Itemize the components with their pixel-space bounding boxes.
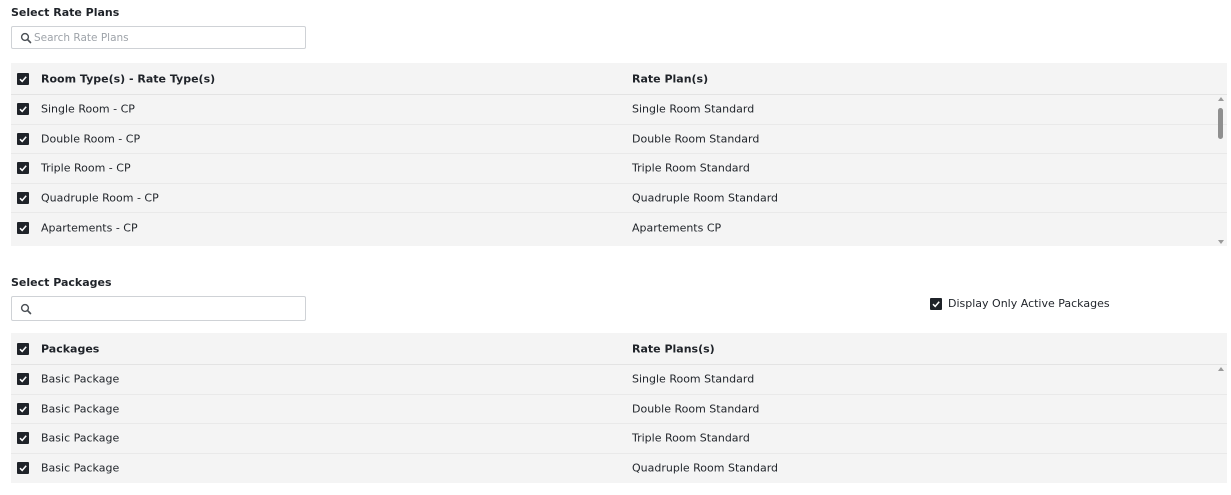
rate-plans-scrollbar[interactable] bbox=[1215, 95, 1227, 246]
checkmark-icon bbox=[19, 435, 27, 442]
checkmark-icon bbox=[19, 376, 27, 383]
scroll-down-arrow-icon[interactable] bbox=[1218, 240, 1224, 244]
rate-plans-search[interactable] bbox=[11, 26, 306, 49]
table-header-row: Room Type(s) - Rate Type(s) Rate Plan(s) bbox=[11, 63, 1227, 95]
select-all-rate-plans-checkbox[interactable] bbox=[17, 72, 29, 85]
column-header-room-rate-type[interactable]: Room Type(s) - Rate Type(s) bbox=[41, 72, 215, 85]
column-header-rate-plans[interactable]: Rate Plan(s) bbox=[632, 72, 708, 85]
rate-plans-search-input[interactable] bbox=[34, 28, 299, 47]
row-checkbox[interactable] bbox=[17, 221, 29, 234]
packages-search-input[interactable] bbox=[34, 299, 299, 318]
rate-plan-cell: Single Room Standard bbox=[632, 102, 755, 116]
packages-table: Packages Rate Plans(s) Basic Package Sin… bbox=[11, 333, 1227, 483]
room-rate-cell: Single Room - CP bbox=[41, 102, 135, 116]
table-row[interactable]: Basic Package Single Room Standard bbox=[11, 365, 1227, 395]
column-header-packages[interactable]: Packages bbox=[41, 342, 99, 355]
checkmark-icon bbox=[19, 136, 27, 143]
package-cell: Basic Package bbox=[41, 402, 120, 416]
row-checkbox[interactable] bbox=[17, 462, 29, 475]
table-row[interactable]: Basic Package Double Room Standard bbox=[11, 395, 1227, 424]
search-icon bbox=[20, 303, 32, 315]
rate-plan-cell: Double Room Standard bbox=[632, 132, 760, 146]
checkmark-icon bbox=[19, 165, 27, 172]
package-cell: Basic Package bbox=[41, 372, 120, 386]
column-header-rate-plans[interactable]: Rate Plans(s) bbox=[632, 342, 715, 355]
table-row[interactable]: Apartements - CP Apartements CP bbox=[11, 213, 1227, 243]
rate-plan-cell: Triple Room Standard bbox=[632, 161, 750, 175]
rate-plans-title: Select Rate Plans bbox=[11, 6, 120, 19]
row-checkbox[interactable] bbox=[17, 132, 29, 145]
table-row[interactable]: Single Room - CP Single Room Standard bbox=[11, 95, 1227, 125]
row-checkbox[interactable] bbox=[17, 162, 29, 175]
table-row[interactable]: Triple Room - CP Triple Room Standard bbox=[11, 154, 1227, 184]
row-checkbox[interactable] bbox=[17, 402, 29, 415]
checkmark-icon bbox=[19, 345, 27, 352]
package-cell: Basic Package bbox=[41, 461, 120, 475]
search-icon bbox=[20, 32, 32, 44]
rate-plans-table: Room Type(s) - Rate Type(s) Rate Plan(s)… bbox=[11, 63, 1227, 246]
table-header-row: Packages Rate Plans(s) bbox=[11, 333, 1227, 365]
row-checkbox[interactable] bbox=[17, 373, 29, 386]
rate-plan-cell: Single Room Standard bbox=[632, 372, 755, 386]
select-all-packages-checkbox[interactable] bbox=[17, 342, 29, 355]
table-row[interactable]: Basic Package Triple Room Standard bbox=[11, 424, 1227, 454]
checkmark-icon bbox=[19, 195, 27, 202]
table-row[interactable]: Double Room - CP Double Room Standard bbox=[11, 125, 1227, 154]
row-checkbox[interactable] bbox=[17, 432, 29, 445]
room-rate-cell: Quadruple Room - CP bbox=[41, 191, 159, 205]
scrollbar-thumb[interactable] bbox=[1218, 108, 1223, 139]
checkmark-icon bbox=[19, 465, 27, 472]
row-checkbox[interactable] bbox=[17, 191, 29, 204]
table-row[interactable]: Quadruple Room - CP Quadruple Room Stand… bbox=[11, 184, 1227, 213]
package-cell: Basic Package bbox=[41, 431, 120, 445]
room-rate-cell: Triple Room - CP bbox=[41, 161, 131, 175]
active-packages-label[interactable]: Display Only Active Packages bbox=[948, 297, 1110, 310]
active-packages-checkbox[interactable] bbox=[930, 298, 942, 310]
packages-title: Select Packages bbox=[11, 276, 112, 289]
rate-plan-cell: Triple Room Standard bbox=[632, 431, 750, 445]
scroll-up-arrow-icon[interactable] bbox=[1218, 367, 1224, 371]
rate-plan-cell: Quadruple Room Standard bbox=[632, 461, 779, 475]
rate-plan-cell: Double Room Standard bbox=[632, 402, 760, 416]
scroll-up-arrow-icon[interactable] bbox=[1218, 97, 1224, 101]
table-row[interactable]: Basic Package Quadruple Room Standard bbox=[11, 454, 1227, 484]
room-rate-cell: Apartements - CP bbox=[41, 221, 138, 235]
checkmark-icon bbox=[19, 225, 27, 232]
checkmark-icon bbox=[19, 75, 27, 82]
checkmark-icon bbox=[932, 301, 940, 308]
checkmark-icon bbox=[19, 106, 27, 113]
checkmark-icon bbox=[19, 406, 27, 413]
packages-search[interactable] bbox=[11, 296, 306, 321]
room-rate-cell: Double Room - CP bbox=[41, 132, 141, 146]
rate-plan-cell: Apartements CP bbox=[632, 221, 722, 235]
rate-plan-cell: Quadruple Room Standard bbox=[632, 191, 779, 205]
packages-scrollbar[interactable] bbox=[1215, 365, 1227, 483]
row-checkbox[interactable] bbox=[17, 103, 29, 116]
